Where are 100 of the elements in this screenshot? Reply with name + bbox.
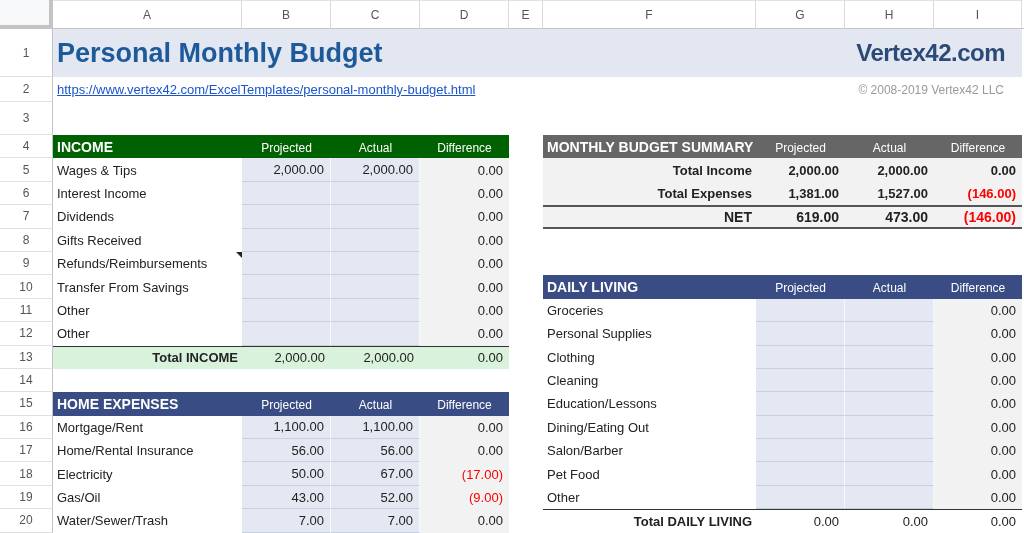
row-header[interactable]: 8: [0, 228, 53, 252]
table-cell[interactable]: [242, 181, 331, 206]
row-header[interactable]: 4: [0, 135, 53, 159]
column-header[interactable]: I: [934, 0, 1022, 29]
section-header: MONTHLY BUDGET SUMMARY: [543, 135, 756, 159]
column-header[interactable]: H: [845, 0, 934, 29]
table-cell[interactable]: [242, 251, 331, 276]
column-header[interactable]: F: [543, 0, 756, 29]
row-header[interactable]: 3: [0, 102, 53, 135]
table-cell: 0.00: [420, 345, 509, 369]
table-cell[interactable]: [756, 415, 845, 440]
table-cell: 0.00: [934, 345, 1022, 369]
table-cell[interactable]: 50.00: [242, 462, 331, 486]
table-cell[interactable]: 56.00: [242, 439, 331, 463]
table-cell[interactable]: 56.00: [331, 439, 420, 463]
table-cell[interactable]: [845, 298, 934, 323]
row-label: Wages & Tips: [56, 161, 138, 180]
row-header[interactable]: 2: [0, 77, 53, 102]
table-cell[interactable]: [756, 392, 845, 416]
table-cell: 0.00: [934, 392, 1022, 416]
column-heading: Actual: [845, 275, 934, 299]
table-cell[interactable]: 52.00: [331, 485, 420, 510]
table-cell[interactable]: [331, 228, 420, 252]
table-cell[interactable]: [845, 462, 934, 486]
logo-text: Vertex42.com: [856, 39, 1005, 67]
table-cell[interactable]: 7.00: [242, 509, 331, 533]
table-cell[interactable]: [242, 275, 331, 299]
table-cell[interactable]: [242, 205, 331, 229]
column-heading: Projected: [242, 135, 331, 159]
table-cell[interactable]: [845, 345, 934, 369]
table-cell: 0.00: [934, 439, 1022, 463]
row-label: Interest Income: [56, 184, 148, 203]
table-cell[interactable]: 2,000.00: [331, 158, 420, 182]
row-label: Gifts Received: [56, 231, 143, 250]
table-cell[interactable]: 1,100.00: [242, 415, 331, 440]
column-header[interactable]: E: [509, 0, 543, 29]
table-cell[interactable]: [845, 368, 934, 393]
table-cell: 0.00: [934, 368, 1022, 393]
row-header[interactable]: 10: [0, 275, 53, 299]
row-label: Dividends: [56, 208, 116, 227]
table-cell[interactable]: [756, 439, 845, 463]
row-header[interactable]: 20: [0, 509, 53, 533]
row-header[interactable]: 5: [0, 158, 53, 182]
total-label: NET: [543, 205, 756, 229]
row-header[interactable]: 18: [0, 462, 53, 486]
table-cell[interactable]: 2,000.00: [242, 158, 331, 182]
table-cell[interactable]: [845, 439, 934, 463]
row-header[interactable]: 6: [0, 181, 53, 206]
column-header[interactable]: C: [331, 0, 420, 29]
table-cell[interactable]: [331, 205, 420, 229]
table-cell: 2,000.00: [331, 345, 420, 369]
summary-label: Total Income: [543, 158, 756, 182]
table-cell[interactable]: [331, 322, 420, 346]
table-cell[interactable]: [756, 485, 845, 510]
table-cell[interactable]: [331, 251, 420, 276]
row-header[interactable]: 14: [0, 368, 53, 393]
table-cell[interactable]: [845, 322, 934, 346]
table-cell[interactable]: 7.00: [331, 509, 420, 533]
column-header[interactable]: B: [242, 0, 331, 29]
table-cell[interactable]: [845, 485, 934, 510]
row-header[interactable]: 17: [0, 439, 53, 463]
copyright-text: © 2008-2019 Vertex42 LLC: [858, 82, 1004, 97]
column-header[interactable]: A: [53, 0, 242, 29]
row-header[interactable]: 1: [0, 29, 53, 77]
table-cell[interactable]: [331, 275, 420, 299]
table-cell[interactable]: [331, 181, 420, 206]
column-header[interactable]: G: [756, 0, 845, 29]
link[interactable]: https://www.vertex42.com/ExcelTemplates/personal-monthly-budget.html: [57, 82, 476, 97]
table-cell[interactable]: [331, 298, 420, 323]
row-header[interactable]: 11: [0, 298, 53, 323]
table-cell[interactable]: [756, 322, 845, 346]
column-header[interactable]: D: [420, 0, 509, 29]
table-cell[interactable]: [756, 368, 845, 393]
table-cell[interactable]: 43.00: [242, 485, 331, 510]
table-cell[interactable]: [242, 298, 331, 323]
row-label: Mortgage/Rent: [56, 418, 144, 437]
table-cell: 0.00: [420, 181, 509, 206]
table-cell[interactable]: 67.00: [331, 462, 420, 486]
column-heading: Projected: [756, 135, 845, 159]
row-label: Other: [56, 325, 91, 344]
select-all-corner[interactable]: [0, 0, 53, 29]
row-header[interactable]: 15: [0, 392, 53, 416]
row-header[interactable]: 16: [0, 415, 53, 440]
row-header[interactable]: 12: [0, 322, 53, 346]
row-label: Groceries: [546, 301, 605, 320]
column-heading: Projected: [242, 392, 331, 416]
table-cell[interactable]: [242, 322, 331, 346]
table-cell[interactable]: [845, 392, 934, 416]
table-cell[interactable]: [845, 415, 934, 440]
table-cell[interactable]: [756, 298, 845, 323]
table-cell[interactable]: 1,100.00: [331, 415, 420, 440]
row-header[interactable]: 9: [0, 251, 53, 276]
row-header[interactable]: 13: [0, 345, 53, 369]
table-cell[interactable]: [242, 228, 331, 252]
row-header[interactable]: 19: [0, 485, 53, 510]
column-heading: Actual: [331, 135, 420, 159]
row-header[interactable]: 7: [0, 205, 53, 229]
table-cell[interactable]: [756, 462, 845, 486]
section-header: INCOME: [53, 135, 242, 159]
table-cell[interactable]: [756, 345, 845, 369]
